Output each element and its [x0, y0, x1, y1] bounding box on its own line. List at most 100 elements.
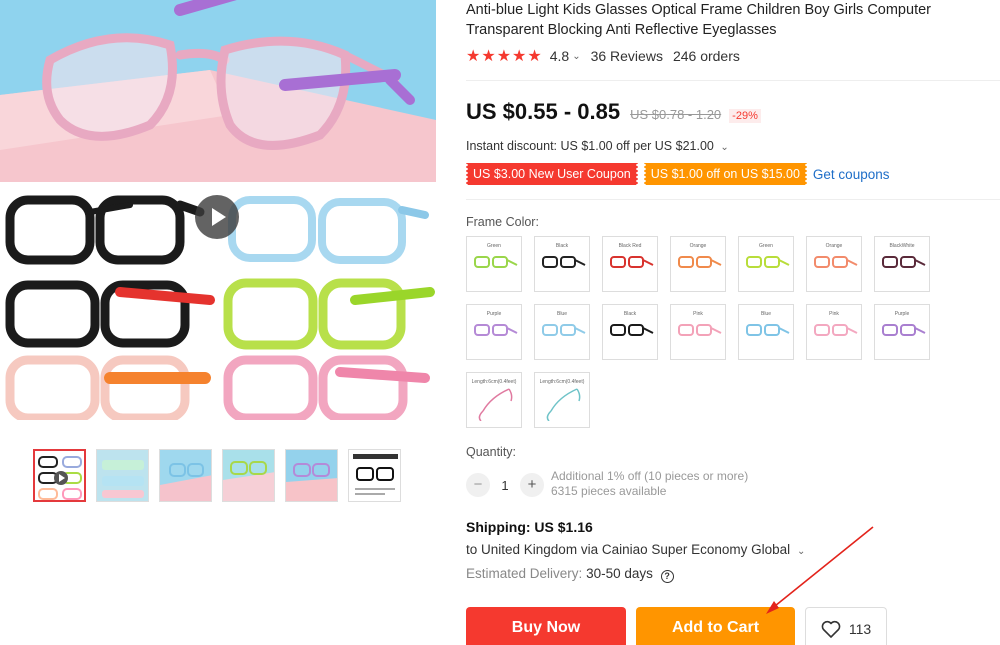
shipping-destination-selector[interactable]: to United Kingdom via Cainiao Super Econ… — [466, 542, 805, 557]
new-user-coupon[interactable]: US $3.00 New User Coupon — [465, 163, 639, 185]
frame-color-options: Green Black Black Red Orange Green Orange Blac… — [466, 236, 1000, 430]
question-circle-icon[interactable]: ? — [660, 570, 674, 583]
delivery-label: Estimated Delivery: — [466, 566, 583, 581]
thumbnail-image — [97, 450, 148, 501]
heart-icon — [821, 620, 841, 638]
product-info: Anti-blue Light Kids Glasses Optical Fra… — [465, 0, 1000, 645]
frame-color-option[interactable]: Black Red — [602, 236, 658, 292]
wishlist-button[interactable]: 113 — [805, 607, 887, 645]
quantity-increase-button[interactable]: + — [520, 473, 544, 497]
add-to-cart-button[interactable]: Add to Cart — [636, 607, 795, 645]
thumbnail-4[interactable] — [222, 449, 275, 502]
thumbnail-image — [223, 450, 274, 501]
thumbnail-image — [349, 450, 400, 501]
get-coupons-link[interactable]: Get coupons — [813, 167, 890, 182]
swatch-image — [474, 324, 518, 336]
swatch-label: Blue — [556, 311, 567, 317]
orders-count: 246 orders — [672, 48, 740, 64]
wishlist-count: 113 — [848, 620, 872, 637]
bulk-discount-text: Additional 1% off (10 pieces or more) — [551, 469, 749, 483]
frame-color-option[interactable]: Black — [602, 304, 658, 360]
original-price: US $0.78 - 1.20 — [630, 107, 722, 122]
swatch-image — [542, 256, 586, 268]
swatch-label: Black — [623, 311, 637, 317]
swatch-image — [546, 388, 581, 421]
chevron-down-icon: ⌄ — [796, 546, 806, 557]
thumbnail-3[interactable] — [159, 449, 212, 502]
coupon-row: US $3.00 New User Coupon US $1.00 off on… — [465, 163, 890, 185]
thumbnail-2[interactable] — [96, 449, 149, 502]
swatch-image — [474, 256, 518, 268]
swatch-label: Orange — [689, 243, 707, 249]
swatch-label: Black Red — [618, 243, 642, 249]
frame-color-option[interactable]: Orange — [806, 236, 862, 292]
quantity-decrease-button[interactable]: − — [466, 473, 490, 497]
divider — [466, 80, 1000, 81]
swatch-image — [478, 388, 513, 421]
buy-now-button[interactable]: Buy Now — [466, 607, 626, 645]
frame-color-option[interactable]: Black — [534, 236, 590, 292]
frame-color-option[interactable]: Purple — [466, 304, 522, 360]
swatch-label: Length:6cm(0.4feet) — [471, 379, 517, 385]
estimated-delivery: Estimated Delivery: 30-50 days ? — [466, 566, 674, 583]
product-page: Anti-blue Light Kids Glasses Optical Fra… — [0, 0, 1000, 645]
chevron-down-icon[interactable]: ⌄ — [572, 51, 580, 62]
frame-color-option[interactable]: Length:6cm(0.4feet) — [534, 372, 590, 428]
swatch-label: BlackWhite — [889, 243, 915, 249]
chevron-down-icon: ⌄ — [720, 142, 729, 153]
swatch-label: Pink — [829, 311, 839, 317]
store-coupon[interactable]: US $1.00 off on US $15.00 — [642, 163, 809, 185]
rating-row: ★★★★★ 4.8 ⌄ 36 Reviews 246 orders — [466, 46, 740, 66]
frame-color-option[interactable]: Length:6cm(0.4feet) — [466, 372, 522, 428]
swatch-image — [882, 256, 926, 268]
frame-color-option[interactable]: Purple — [874, 304, 930, 360]
frame-color-option[interactable]: Blue — [534, 304, 590, 360]
quantity-info: Additional 1% off (10 pieces or more) 63… — [551, 469, 748, 499]
swatch-image — [678, 256, 722, 268]
shipping-cost: Shipping: US $1.16 — [466, 519, 593, 535]
instant-discount[interactable]: Instant discount: US $1.00 off per US $2… — [466, 139, 729, 153]
frame-color-option[interactable]: Pink — [806, 304, 862, 360]
swatch-image — [814, 324, 858, 336]
swatch-label: Pink — [693, 311, 703, 317]
product-gallery — [0, 0, 436, 510]
frame-color-label: Frame Color: — [466, 215, 539, 229]
swatch-image — [746, 324, 790, 336]
thumbnail-image — [35, 451, 84, 500]
frame-color-option[interactable]: Green — [466, 236, 522, 292]
frame-color-option[interactable]: Orange — [670, 236, 726, 292]
swatch-image — [746, 256, 790, 268]
thumbnail-image — [160, 450, 211, 501]
current-price: US $0.55 - 0.85 — [466, 99, 621, 124]
reviews-link[interactable]: 36 Reviews — [591, 48, 663, 64]
thumbnail-1[interactable] — [33, 449, 86, 502]
quantity-input[interactable]: 1 — [490, 478, 520, 493]
quantity-label: Quantity: — [466, 445, 517, 459]
thumbnail-strip — [33, 449, 413, 504]
swatch-image — [610, 256, 654, 268]
price-row: US $0.55 - 0.85 US $0.78 - 1.20 -29% — [466, 99, 761, 125]
frame-color-option[interactable]: Pink — [670, 304, 726, 360]
main-product-image[interactable] — [0, 0, 436, 420]
swatch-label: Green — [759, 243, 773, 249]
play-video-button[interactable] — [195, 195, 239, 239]
shipping-destination-text: to United Kingdom via Cainiao Super Econ… — [466, 542, 791, 557]
stock-available: 6315 pieces available — [551, 484, 667, 498]
thumbnail-image — [286, 450, 337, 501]
divider — [466, 199, 1000, 200]
frame-color-option[interactable]: Blue — [738, 304, 794, 360]
swatch-label: Green — [487, 243, 501, 249]
quantity-stepper: − 1 + — [466, 472, 544, 498]
frame-color-option[interactable]: Green — [738, 236, 794, 292]
swatch-label: Length:6cm(0.4feet) — [539, 379, 585, 385]
discount-badge: -29% — [729, 109, 761, 123]
thumbnail-6[interactable] — [348, 449, 401, 502]
frame-color-option[interactable]: BlackWhite — [874, 236, 930, 292]
swatch-image — [542, 324, 586, 336]
instant-discount-text: Instant discount: US $1.00 off per US $2… — [466, 139, 714, 153]
thumbnail-5[interactable] — [285, 449, 338, 502]
swatch-label: Black — [555, 243, 569, 249]
swatch-label: Purple — [486, 311, 502, 317]
swatch-image — [882, 324, 926, 336]
rating-value[interactable]: 4.8 — [550, 48, 569, 64]
